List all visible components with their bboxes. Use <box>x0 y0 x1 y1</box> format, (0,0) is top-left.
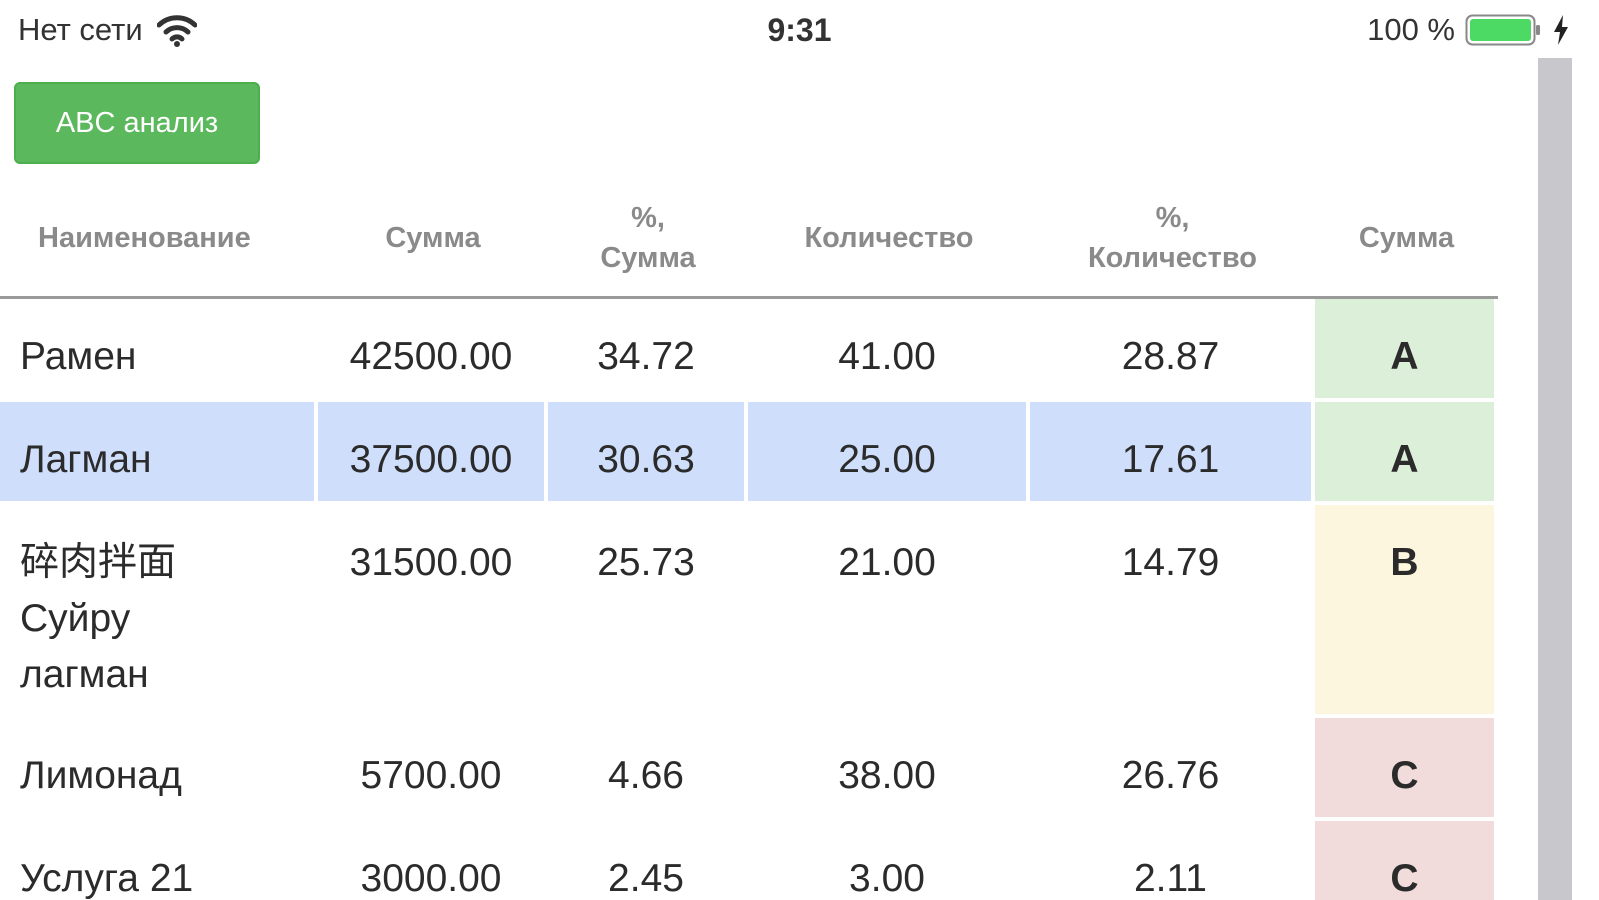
vertical-scrollbar[interactable] <box>1538 58 1572 900</box>
battery-status: 100 % <box>1367 12 1569 48</box>
battery-icon <box>1465 14 1540 46</box>
cell-abc-class: A <box>1315 299 1498 402</box>
cell-percent-sum: 4.66 <box>548 718 748 821</box>
cell-name-line: 碎肉拌面 <box>20 541 177 584</box>
table-body: Рамен 42500.00 34.72 41.00 28.87 A Лагман 37500… <box>0 299 1498 900</box>
cell-name-line: Рамен <box>20 335 137 378</box>
cell-sum: 37500.00 <box>318 402 548 505</box>
carrier-status: Нет сети <box>18 12 197 48</box>
cell-abc-class: C <box>1315 718 1498 821</box>
abc-analysis-button[interactable]: ABC анализ <box>14 82 260 164</box>
cell-percent-quantity: 26.76 <box>1030 718 1315 821</box>
abc-table-area: Наименование Сумма%, Сумма Количество%, Коли… <box>0 180 1498 900</box>
column-header[interactable]: Сумма <box>1315 180 1498 299</box>
column-header[interactable]: Сумма <box>318 180 548 299</box>
wifi-icon <box>156 15 197 47</box>
column-header-line: Сумма <box>385 222 481 254</box>
charging-bolt-icon <box>1554 15 1568 45</box>
column-header[interactable]: %, Количество <box>1030 180 1315 299</box>
cell-percent-quantity: 14.79 <box>1030 505 1315 718</box>
cell-abc-class: A <box>1315 402 1498 505</box>
cell-name: Лагман <box>0 402 318 505</box>
cell-quantity: 41.00 <box>748 299 1030 402</box>
cell-quantity: 21.00 <box>748 505 1030 718</box>
column-header[interactable]: %, Сумма <box>548 180 748 299</box>
screen: Нет сети 9:31 100 % ABC анализ Наименова… <box>0 0 1599 900</box>
cell-percent-quantity: 28.87 <box>1030 299 1315 402</box>
column-header[interactable]: Наименование <box>0 180 318 299</box>
abc-table: Наименование Сумма%, Сумма Количество%, Коли… <box>0 180 1498 900</box>
cell-percent-sum: 25.73 <box>548 505 748 718</box>
cell-percent-sum: 34.72 <box>548 299 748 402</box>
cell-quantity: 38.00 <box>748 718 1030 821</box>
column-header-line: Количество <box>804 222 974 254</box>
cell-quantity: 25.00 <box>748 402 1030 505</box>
cell-name: 碎肉拌面 Суйру лагман <box>0 505 318 718</box>
column-header-line: Сумма <box>600 242 696 274</box>
cell-sum: 31500.00 <box>318 505 548 718</box>
cell-sum: 5700.00 <box>318 718 548 821</box>
cell-name: Услуга 21 <box>0 821 318 900</box>
column-header[interactable]: Количество <box>748 180 1030 299</box>
clock: 9:31 <box>767 12 832 48</box>
battery-percent: 100 % <box>1367 12 1455 47</box>
table-header-row: Наименование Сумма%, Сумма Количество%, Коли… <box>0 180 1498 299</box>
column-header-line: Количество <box>1087 242 1257 274</box>
column-header-line: Наименование <box>38 222 251 254</box>
cell-sum: 3000.00 <box>318 821 548 900</box>
cell-percent-sum: 2.45 <box>548 821 748 900</box>
cell-name-line: лагман <box>20 653 149 696</box>
cell-name-line: Лагман <box>20 438 152 481</box>
status-bar: Нет сети 9:31 100 % <box>0 0 1599 60</box>
cell-name-line: Суйру <box>20 597 131 640</box>
column-header-line: Сумма <box>1358 222 1455 254</box>
table-row[interactable]: Рамен 42500.00 34.72 41.00 28.87 A <box>0 299 1498 402</box>
cell-name: Рамен <box>0 299 318 402</box>
cell-name-line: Лимонад <box>20 754 182 797</box>
table-row[interactable]: 碎肉拌面 Суйру лагман 31500.00 25.73 21.00 14.79 B <box>0 505 1498 718</box>
column-header-line: %, <box>1155 202 1190 234</box>
cell-quantity: 3.00 <box>748 821 1030 900</box>
cell-percent-sum: 30.63 <box>548 402 748 505</box>
carrier-label: Нет сети <box>18 12 143 47</box>
table-row[interactable]: Лимонад 5700.00 4.66 38.00 26.76 C <box>0 718 1498 821</box>
cell-name-line: Услуга 21 <box>20 857 194 900</box>
table-row[interactable]: Услуга 21 3000.00 2.45 3.00 2.11 C <box>0 821 1498 900</box>
cell-percent-quantity: 17.61 <box>1030 402 1315 505</box>
cell-percent-quantity: 2.11 <box>1030 821 1315 900</box>
cell-sum: 42500.00 <box>318 299 548 402</box>
cell-abc-class: B <box>1315 505 1498 718</box>
cell-name: Лимонад <box>0 718 318 821</box>
column-header-line: %, <box>631 202 665 234</box>
cell-abc-class: C <box>1315 821 1498 900</box>
table-row[interactable]: Лагман 37500.00 30.63 25.00 17.61 A <box>0 402 1498 505</box>
